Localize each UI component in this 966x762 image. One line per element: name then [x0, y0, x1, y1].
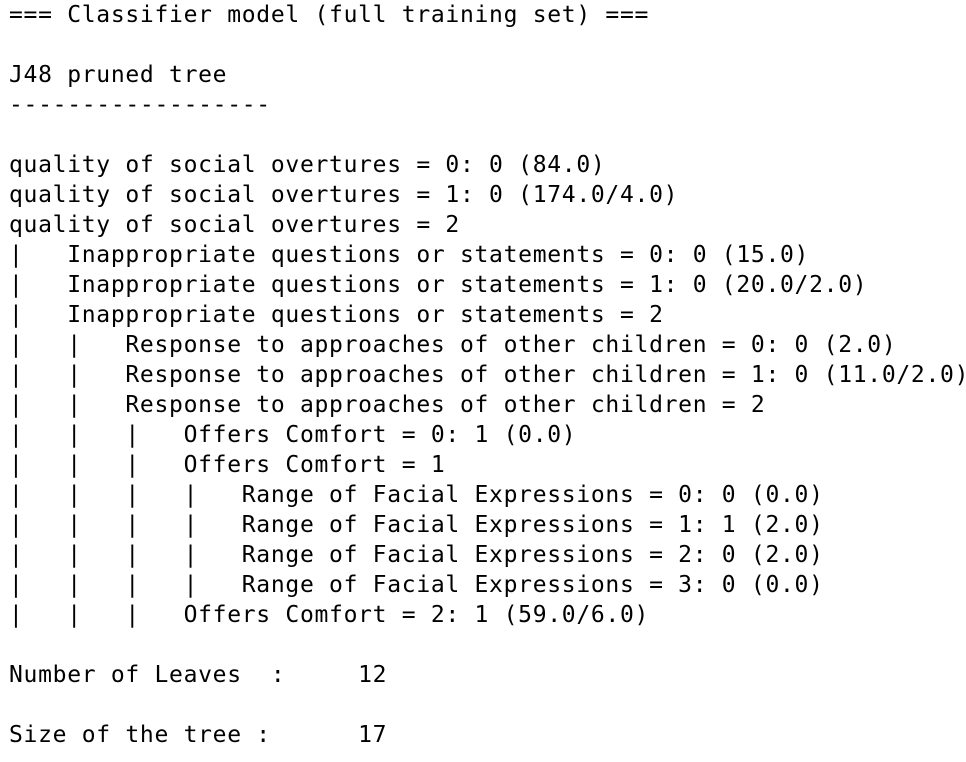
tree-node-line: quality of social overtures = 1: 0 (174.…	[9, 182, 679, 208]
tree-node-line: quality of social overtures = 2	[9, 212, 460, 238]
tree-node-line: | Inappropriate questions or statements …	[9, 242, 810, 268]
tree-node-line: | | | Offers Comfort = 0: 1 (0.0)	[9, 422, 577, 448]
section-header: === Classifier model (full training set)…	[9, 2, 650, 28]
tree-title-underline: ------------------	[9, 92, 271, 118]
tree-node-line: | | | Offers Comfort = 2: 1 (59.0/6.0)	[9, 602, 650, 628]
tree-node-line: | | | Offers Comfort = 1	[9, 452, 446, 478]
tree-title: J48 pruned tree	[9, 62, 228, 88]
tree-node-line: | Inappropriate questions or statements …	[9, 272, 868, 298]
tree-node-line: | | Response to approaches of other chil…	[9, 332, 897, 358]
tree-node-line: quality of social overtures = 0: 0 (84.0…	[9, 152, 606, 178]
tree-node-line: | | Response to approaches of other chil…	[9, 362, 966, 388]
tree-node-line: | | | | Range of Facial Expressions = 1:…	[9, 512, 824, 538]
classifier-output-panel: === Classifier model (full training set)…	[0, 0, 966, 762]
number-of-leaves: Number of Leaves : 12	[9, 662, 388, 688]
tree-node-line: | | Response to approaches of other chil…	[9, 392, 766, 418]
size-of-tree: Size of the tree : 17	[9, 722, 388, 748]
tree-node-line: | | | | Range of Facial Expressions = 2:…	[9, 542, 824, 568]
tree-node-line: | Inappropriate questions or statements …	[9, 302, 664, 328]
tree-node-line: | | | | Range of Facial Expressions = 0:…	[9, 482, 824, 508]
tree-node-line: | | | | Range of Facial Expressions = 3:…	[9, 572, 824, 598]
